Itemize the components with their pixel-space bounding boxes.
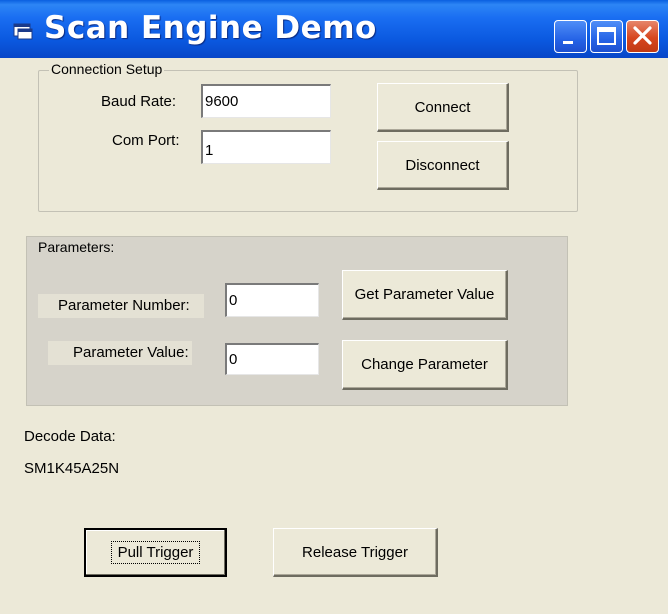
parameter-value-field[interactable]: [225, 343, 319, 375]
minimize-icon: [563, 41, 573, 44]
maximize-button[interactable]: [590, 20, 623, 53]
decode-data-value: SM1K45A25N: [24, 460, 120, 477]
change-parameter-button[interactable]: Change Parameter: [342, 340, 508, 390]
com-port-field[interactable]: [201, 130, 331, 164]
decode-data-label: Decode Data:: [24, 428, 116, 445]
app-icon: [13, 23, 33, 40]
com-port-label: Com Port:: [112, 132, 180, 149]
baud-rate-label: Baud Rate:: [101, 93, 177, 110]
minimize-button[interactable]: [554, 20, 587, 53]
maximize-icon: [597, 27, 616, 45]
parameters-legend: Parameters:: [38, 239, 115, 255]
parameter-number-field[interactable]: [225, 283, 319, 317]
parameter-number-label: Parameter Number:: [58, 297, 190, 314]
title-bar[interactable]: Scan Engine Demo: [0, 0, 668, 58]
close-button[interactable]: [626, 20, 659, 53]
baud-rate-field[interactable]: [201, 84, 331, 118]
disconnect-button[interactable]: Disconnect: [377, 141, 509, 190]
client-area: Connection Setup Baud Rate: Com Port: Co…: [0, 58, 668, 614]
window-title: Scan Engine Demo: [44, 10, 377, 46]
get-parameter-value-button[interactable]: Get Parameter Value: [342, 270, 508, 320]
parameter-value-label: Parameter Value:: [73, 344, 189, 361]
app-window: Scan Engine Demo Connection Setup Baud R…: [0, 0, 668, 614]
connect-button[interactable]: Connect: [377, 83, 509, 132]
pull-trigger-button[interactable]: Pull Trigger: [84, 528, 227, 577]
release-trigger-button[interactable]: Release Trigger: [273, 528, 438, 577]
close-icon: [633, 26, 652, 45]
connection-setup-legend: Connection Setup: [49, 61, 165, 77]
pull-trigger-label: Pull Trigger: [110, 541, 201, 564]
